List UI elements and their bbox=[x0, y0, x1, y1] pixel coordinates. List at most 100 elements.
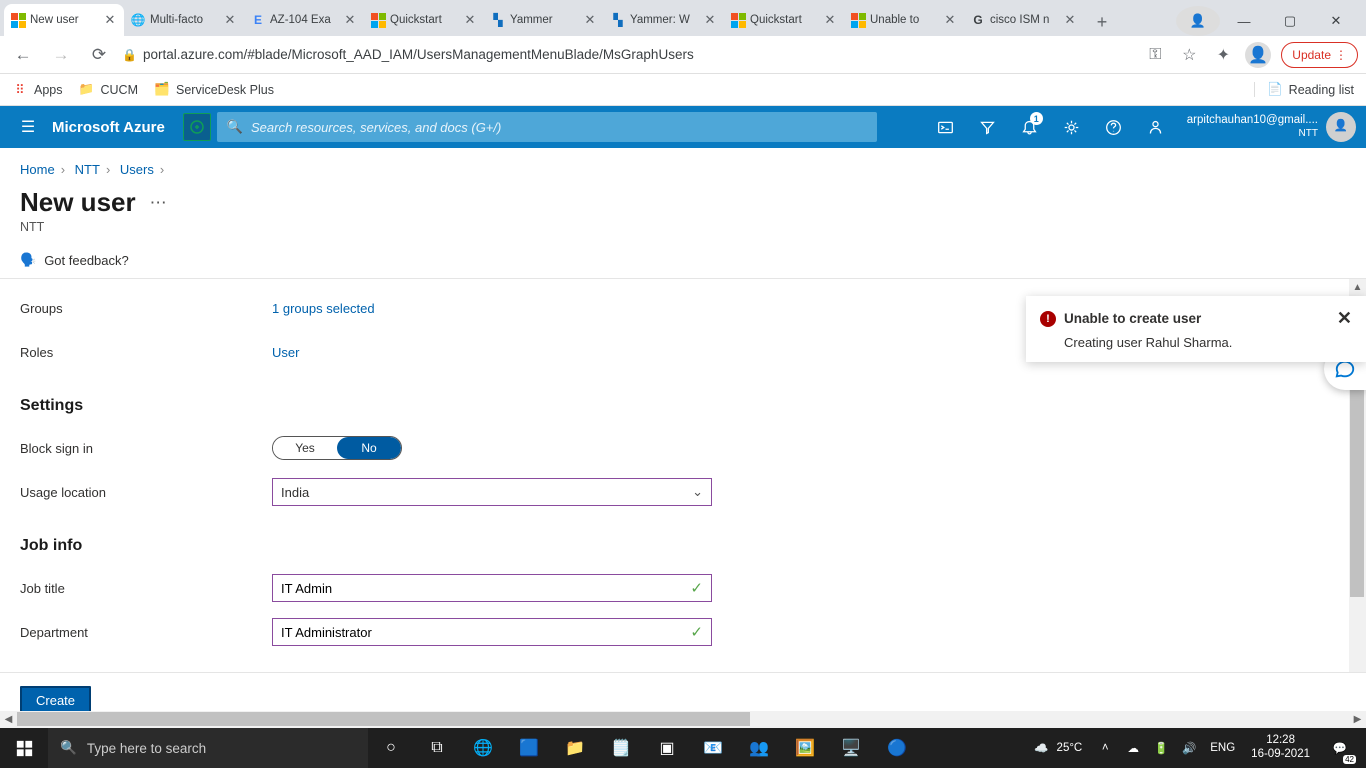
account-email: arpitchauhan10@gmail.... bbox=[1187, 114, 1318, 128]
tab-multifactor[interactable]: 🌐 Multi-facto ✕ bbox=[124, 4, 244, 36]
close-icon[interactable]: ✕ bbox=[942, 12, 958, 28]
volume-icon[interactable]: 🔊 bbox=[1176, 728, 1202, 768]
hscroll-thumb[interactable] bbox=[17, 712, 750, 726]
photos-taskbar-icon[interactable]: 🖼️ bbox=[782, 728, 828, 768]
cloud-shell-button[interactable] bbox=[925, 106, 967, 148]
tab-quickstart1[interactable]: Quickstart ✕ bbox=[364, 4, 484, 36]
teams-taskbar-icon[interactable]: 👥 bbox=[736, 728, 782, 768]
tab-cisco[interactable]: G cisco ISM n ✕ bbox=[964, 4, 1084, 36]
tray-chevron-icon[interactable]: ˄ bbox=[1092, 728, 1118, 768]
tab-az104[interactable]: E AZ-104 Exa ✕ bbox=[244, 4, 364, 36]
cortana-button[interactable]: ○ bbox=[368, 728, 414, 768]
toast-close-button[interactable]: ✕ bbox=[1337, 308, 1352, 329]
weather-icon[interactable]: ☁️ bbox=[1029, 728, 1055, 768]
close-icon[interactable]: ✕ bbox=[222, 12, 238, 28]
terminal-taskbar-icon[interactable]: ▣ bbox=[644, 728, 690, 768]
tab-new-user[interactable]: New user ✕ bbox=[4, 4, 124, 36]
tab-unable[interactable]: Unable to ✕ bbox=[844, 4, 964, 36]
bookmark-star-icon[interactable]: ☆ bbox=[1177, 43, 1201, 67]
feedback-label: Got feedback? bbox=[44, 253, 129, 268]
toggle-yes[interactable]: Yes bbox=[273, 437, 337, 459]
breadcrumb-home[interactable]: Home bbox=[20, 162, 55, 177]
start-button[interactable] bbox=[0, 728, 48, 768]
explorer-taskbar-icon[interactable]: 📁 bbox=[552, 728, 598, 768]
onedrive-icon[interactable]: ☁ bbox=[1120, 728, 1146, 768]
azure-search-input[interactable]: 🔍 Search resources, services, and docs (… bbox=[217, 112, 877, 142]
page-header: New user ⋯ bbox=[0, 183, 1366, 220]
outlook-taskbar-icon[interactable]: 📧 bbox=[690, 728, 736, 768]
tab-title: Yammer: W bbox=[630, 14, 698, 26]
ms-favicon-icon bbox=[850, 12, 866, 28]
close-icon[interactable]: ✕ bbox=[462, 12, 478, 28]
block-signin-toggle[interactable]: Yes No bbox=[272, 436, 402, 460]
chrome-profile-icon[interactable]: 👤 bbox=[1176, 6, 1220, 36]
new-tab-button[interactable]: + bbox=[1088, 8, 1116, 36]
language-indicator[interactable]: ENG bbox=[1204, 742, 1241, 754]
horizontal-scrollbar[interactable]: ◀ ▶ bbox=[0, 711, 1366, 728]
breadcrumb-ntt[interactable]: NTT bbox=[75, 162, 100, 177]
department-input[interactable]: IT Administrator ✓ bbox=[272, 618, 712, 646]
close-window-button[interactable]: ✕ bbox=[1314, 6, 1358, 36]
taskbar-clock[interactable]: 12:28 16-09-2021 bbox=[1243, 734, 1318, 762]
close-icon[interactable]: ✕ bbox=[702, 12, 718, 28]
tab-yammer1[interactable]: ▚ Yammer ✕ bbox=[484, 4, 604, 36]
chrome-update-button[interactable]: Update⋮ bbox=[1281, 42, 1358, 68]
profile-avatar-icon[interactable]: 👤 bbox=[1245, 42, 1271, 68]
url-input[interactable]: 🔒 portal.azure.com/#blade/Microsoft_AAD_… bbox=[122, 41, 1135, 69]
app2-taskbar-icon[interactable]: 🔵 bbox=[874, 728, 920, 768]
toggle-no[interactable]: No bbox=[337, 437, 401, 459]
notification-badge: 1 bbox=[1030, 112, 1043, 125]
breadcrumb-users[interactable]: Users bbox=[120, 162, 154, 177]
yammer-icon: ▚ bbox=[610, 12, 626, 28]
ms-favicon-icon bbox=[370, 12, 386, 28]
task-view-button[interactable]: ⧉ bbox=[414, 728, 460, 768]
servicedesk-bookmark[interactable]: 🗂️ServiceDesk Plus bbox=[154, 82, 274, 98]
back-button[interactable]: ← bbox=[8, 40, 38, 70]
maximize-button[interactable]: ▢ bbox=[1268, 6, 1312, 36]
extensions-icon[interactable]: ✦ bbox=[1211, 43, 1235, 67]
close-icon[interactable]: ✕ bbox=[582, 12, 598, 28]
chrome-taskbar-icon[interactable]: 🌐 bbox=[460, 728, 506, 768]
more-actions-button[interactable]: ⋯ bbox=[150, 193, 168, 213]
tab-title: AZ-104 Exa bbox=[270, 14, 338, 26]
feedback-link[interactable]: 🗣️ Got feedback? bbox=[0, 246, 1366, 279]
usage-location-select[interactable]: India ⌄ bbox=[272, 478, 712, 506]
close-icon[interactable]: ✕ bbox=[342, 12, 358, 28]
directory-filter-button[interactable] bbox=[967, 106, 1009, 148]
reading-list-button[interactable]: 📄Reading list bbox=[1254, 82, 1354, 97]
help-button[interactable] bbox=[1093, 106, 1135, 148]
chevron-right-icon: › bbox=[106, 162, 110, 177]
tab-yammer2[interactable]: ▚ Yammer: W ✕ bbox=[604, 4, 724, 36]
scroll-left-arrow[interactable]: ◀ bbox=[0, 711, 17, 728]
close-icon[interactable]: ✕ bbox=[102, 12, 118, 28]
cucm-bookmark[interactable]: 📁CUCM bbox=[79, 82, 139, 98]
stickynotes-taskbar-icon[interactable]: 🗒️ bbox=[598, 728, 644, 768]
scroll-up-arrow[interactable]: ▲ bbox=[1349, 279, 1366, 296]
tab-title: Quickstart bbox=[750, 14, 818, 26]
hamburger-menu-button[interactable]: ☰ bbox=[8, 106, 48, 148]
feedback-button[interactable] bbox=[1135, 106, 1177, 148]
forward-button[interactable]: → bbox=[46, 40, 76, 70]
taskbar-search[interactable]: 🔍 Type here to search bbox=[48, 728, 368, 768]
groups-link[interactable]: 1 groups selected bbox=[272, 301, 375, 316]
reload-button[interactable]: ⟳ bbox=[84, 40, 114, 70]
edge-taskbar-icon[interactable]: 🟦 bbox=[506, 728, 552, 768]
scroll-right-arrow[interactable]: ▶ bbox=[1349, 711, 1366, 728]
weather-temp[interactable]: 25°C bbox=[1057, 742, 1091, 754]
battery-icon[interactable]: 🔋 bbox=[1148, 728, 1174, 768]
tab-quickstart2[interactable]: Quickstart ✕ bbox=[724, 4, 844, 36]
action-center-button[interactable]: 💬42 bbox=[1320, 728, 1360, 768]
roles-link[interactable]: User bbox=[272, 345, 299, 360]
azure-brand[interactable]: Microsoft Azure bbox=[48, 119, 177, 136]
minimize-button[interactable]: — bbox=[1222, 6, 1266, 36]
key-icon[interactable]: ⚿ bbox=[1143, 43, 1167, 67]
close-icon[interactable]: ✕ bbox=[822, 12, 838, 28]
notifications-button[interactable]: 1 bbox=[1009, 106, 1051, 148]
preview-toggle-button[interactable] bbox=[183, 113, 211, 141]
account-menu[interactable]: arpitchauhan10@gmail.... NTT 👤 bbox=[1177, 112, 1366, 142]
settings-button[interactable] bbox=[1051, 106, 1093, 148]
jobtitle-input[interactable]: IT Admin ✓ bbox=[272, 574, 712, 602]
app-taskbar-icon[interactable]: 🖥️ bbox=[828, 728, 874, 768]
close-icon[interactable]: ✕ bbox=[1062, 12, 1078, 28]
apps-shortcut[interactable]: ⠿Apps bbox=[12, 82, 63, 98]
